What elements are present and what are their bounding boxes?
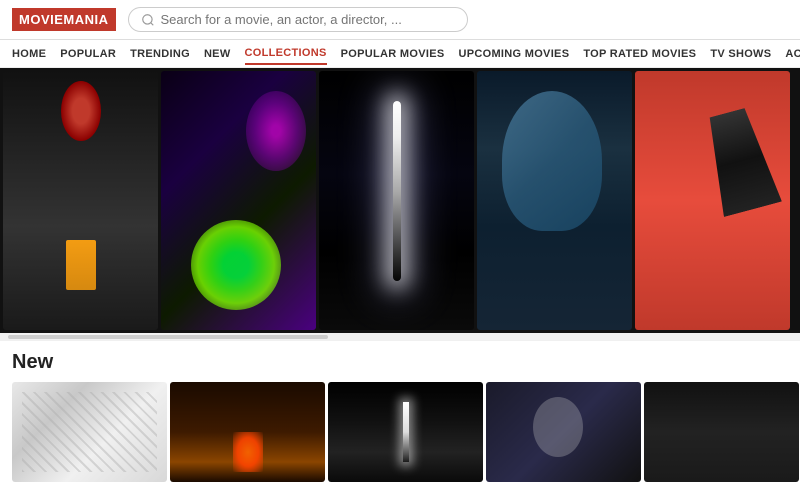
new-cards — [12, 382, 788, 482]
header: MOVIEMANIA — [0, 0, 800, 40]
hero-card-5[interactable] — [635, 71, 790, 330]
new-card-1[interactable] — [12, 382, 167, 482]
new-card-5[interactable] — [644, 382, 799, 482]
hero-section — [0, 68, 800, 333]
nav-item-new[interactable]: NEW — [204, 44, 231, 64]
hero-card-4[interactable] — [477, 71, 632, 330]
nav-item-popular-movies[interactable]: POPULAR MOVIES — [341, 44, 445, 64]
new-card-2[interactable] — [170, 382, 325, 482]
nav-item-upcoming[interactable]: UPCOMING MOVIES — [458, 44, 569, 64]
nav-item-tv-shows[interactable]: TV SHOWS — [710, 44, 771, 64]
search-icon — [141, 13, 155, 27]
nav-item-collections[interactable]: COLLECTIONS — [245, 43, 327, 65]
search-bar[interactable] — [128, 7, 468, 32]
new-card-4[interactable] — [486, 382, 641, 482]
hero-card-2[interactable] — [161, 71, 316, 330]
nav-item-top-rated[interactable]: TOP RATED MOVIES — [583, 44, 696, 64]
new-section: New — [0, 341, 800, 488]
search-input[interactable] — [161, 12, 455, 27]
nav-item-action[interactable]: ACTION — [785, 44, 800, 64]
scrollbar-thumb[interactable] — [8, 335, 328, 339]
new-card-3[interactable] — [328, 382, 483, 482]
nav: HOME POPULAR TRENDING NEW COLLECTIONS PO… — [0, 40, 800, 68]
hero-card-3[interactable] — [319, 71, 474, 330]
new-section-title: New — [12, 351, 788, 374]
nav-item-trending[interactable]: TRENDING — [130, 44, 190, 64]
nav-item-popular[interactable]: POPULAR — [60, 44, 116, 64]
logo[interactable]: MOVIEMANIA — [12, 8, 116, 31]
hero-card-1[interactable] — [3, 71, 158, 330]
nav-item-home[interactable]: HOME — [12, 44, 46, 64]
scrollbar-track — [0, 333, 800, 341]
